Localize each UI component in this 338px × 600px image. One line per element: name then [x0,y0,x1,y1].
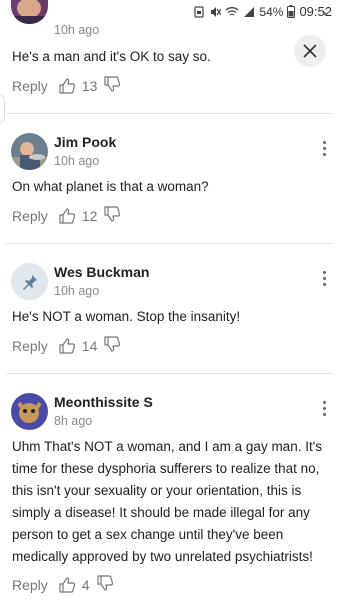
comment-time: 10h ago [54,154,100,168]
comment-time: 10h ago [54,23,100,37]
thumbs-up-icon [59,207,75,224]
battery-icon [287,5,296,18]
side-handle[interactable] [0,95,5,123]
comment-author[interactable]: Jim Pook [54,134,116,150]
more-options-button[interactable] [320,141,328,157]
comment-actions: Reply 13 [12,75,121,96]
comment-time: 10h ago [54,284,100,298]
avatar[interactable] [11,133,48,170]
more-options-button[interactable] [320,401,328,417]
thumbs-up-icon [59,77,75,94]
more-options-button[interactable] [320,4,328,20]
reply-button[interactable]: Reply [12,577,48,593]
more-options-button[interactable] [320,271,328,287]
comment-text: He's a man and it's OK to say so. [12,49,211,64]
wifi-icon [225,6,239,16]
like-count: 4 [81,576,90,593]
reply-button[interactable]: Reply [12,208,48,224]
dislike-button[interactable] [103,335,121,356]
comment-actions: Reply 14 [12,335,121,356]
mute-icon [211,6,222,17]
avatar[interactable] [11,263,48,300]
sim-icon [194,5,205,18]
comment-text: Uhm That's NOT a woman, and I am a gay m… [12,439,323,564]
comment-author[interactable]: Meonthissite S [54,394,153,410]
reply-button[interactable]: Reply [12,338,48,354]
comment-actions: Reply 12 [12,205,121,226]
thumbs-down-icon [104,76,121,92]
pin-icon [22,274,37,290]
divider [6,373,332,374]
comment-text: On what planet is that a woman? [12,179,209,194]
status-bar: 54% 09:52 [0,0,338,24]
like-button[interactable] [58,337,76,355]
thumbs-down-icon [104,336,121,352]
thumbs-up-icon [59,337,75,354]
thumbs-down-icon [104,206,121,222]
divider [6,243,332,244]
like-button[interactable] [58,207,76,225]
dislike-button[interactable] [103,75,121,96]
like-button[interactable] [58,77,76,95]
divider [6,113,332,114]
avatar[interactable] [11,393,48,430]
comment-time: 8h ago [54,414,93,428]
like-count: 14 [81,337,98,354]
like-count: 13 [81,77,98,94]
battery-percent: 54% [259,4,284,19]
like-count: 12 [81,207,98,224]
thumbs-down-icon [96,575,113,591]
like-button[interactable] [58,576,76,594]
comment-text: He's NOT a woman. Stop the insanity! [12,309,241,324]
thumbs-up-icon [59,576,75,593]
signal-icon [244,6,255,17]
dislike-button[interactable] [96,574,114,595]
comment-actions: Reply 4 [12,574,114,595]
dislike-button[interactable] [103,205,121,226]
comment-author[interactable]: Wes Buckman [54,264,149,280]
reply-button[interactable]: Reply [12,78,48,94]
